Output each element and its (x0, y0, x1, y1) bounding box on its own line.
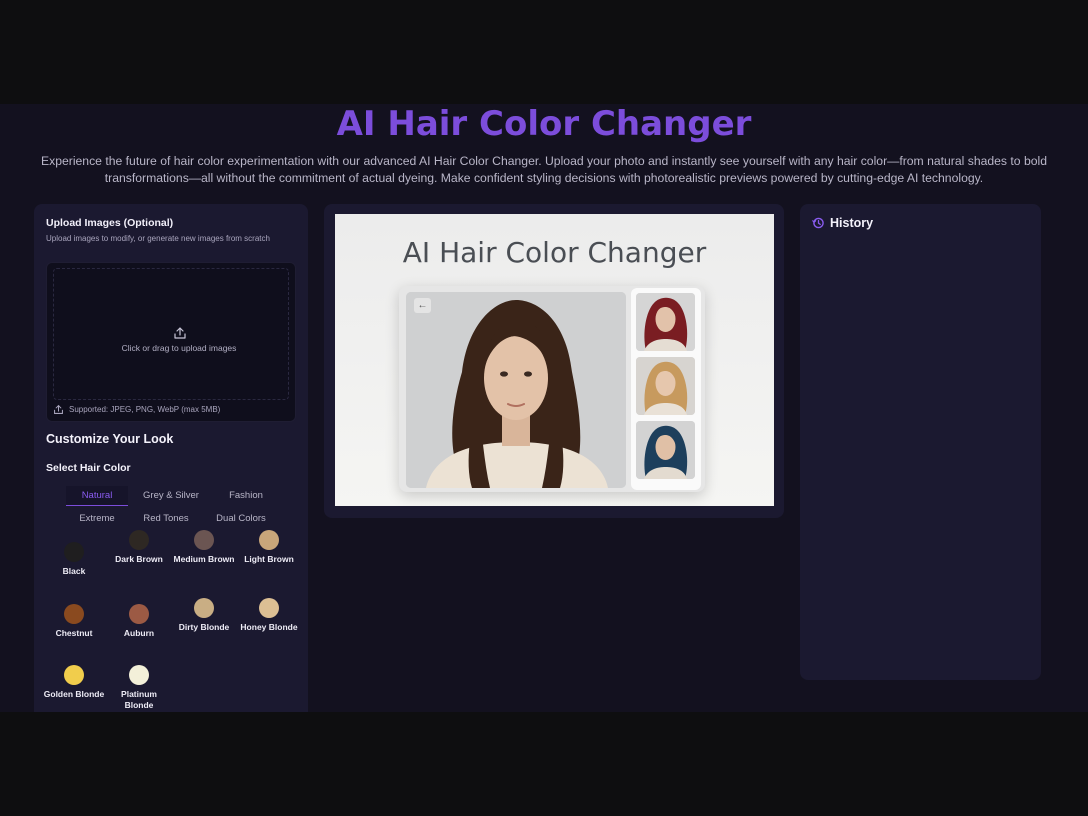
swatch-label: Auburn (123, 628, 155, 638)
preview-title: AI Hair Color Changer (402, 236, 707, 269)
swatch-color (194, 530, 214, 550)
history-header: History (812, 216, 873, 230)
settings-panel: Upload Images (Optional) Upload images t… (34, 204, 308, 712)
tab-extreme[interactable]: Extreme (68, 509, 126, 529)
swatch-color (129, 604, 149, 624)
dropzone-area[interactable]: Click or drag to upload images (53, 268, 289, 400)
swatch-golden-blonde[interactable]: Golden Blonde (43, 665, 105, 712)
customize-title: Customize Your Look (46, 432, 174, 446)
tab-red-tones[interactable]: Red Tones (134, 509, 198, 529)
swatch-label: Medium Brown (173, 554, 235, 564)
swatch-label: Dirty Blonde (178, 622, 230, 632)
thumbnail-blue-hair[interactable] (636, 421, 695, 479)
swatch-color (259, 598, 279, 618)
arrow-left-icon: ← (417, 300, 428, 311)
portrait-illustration (406, 292, 626, 488)
swatch-chestnut[interactable]: Chestnut (43, 604, 105, 664)
swatch-label: Honey Blonde (240, 622, 298, 632)
swatch-color (259, 530, 279, 550)
photo-card: ← (399, 286, 705, 492)
tab-grey-silver[interactable]: Grey & Silver (136, 486, 206, 506)
history-icon (812, 217, 824, 229)
swatch-color (194, 598, 214, 618)
variant-thumbnails (631, 288, 701, 490)
upload-small-icon (54, 404, 63, 414)
swatch-light-brown[interactable]: Light Brown (238, 530, 300, 590)
app-root: AI Hair Color Changer Experience the fut… (0, 104, 1088, 712)
thumbnail-blonde-image (636, 357, 695, 415)
swatch-color (64, 665, 84, 685)
supported-formats: Supported: JPEG, PNG, WebP (max 5MB) (53, 404, 220, 415)
history-title: History (830, 216, 874, 230)
swatch-black[interactable]: Black (43, 536, 105, 596)
select-hair-color-label: Select Hair Color (46, 462, 131, 474)
tab-fashion[interactable]: Fashion (214, 486, 278, 506)
thumbnail-red-hair[interactable] (636, 293, 695, 351)
swatch-dark-brown[interactable]: Dark Brown (108, 530, 170, 590)
swatch-color (129, 665, 149, 685)
upload-dropzone[interactable]: Click or drag to upload images Supported… (46, 262, 296, 422)
swatch-label: Golden Blonde (43, 689, 105, 699)
upload-description: Upload images to modify, or generate new… (46, 234, 270, 243)
swatch-medium-brown[interactable]: Medium Brown (173, 530, 235, 590)
page-title: AI Hair Color Changer (336, 104, 752, 144)
upload-title: Upload Images (Optional) (46, 217, 174, 229)
swatch-dirty-blonde[interactable]: Dirty Blonde (173, 598, 235, 658)
swatch-label: Chestnut (55, 628, 93, 638)
swatch-platinum-blonde[interactable]: Platinum Blonde (108, 665, 170, 712)
swatch-label: Black (62, 566, 86, 576)
portrait-photo: ← (406, 292, 626, 488)
tab-natural[interactable]: Natural (66, 486, 128, 506)
swatch-honey-blonde[interactable]: Honey Blonde (238, 598, 300, 658)
swatch-color (129, 530, 149, 550)
supported-text: Supported: JPEG, PNG, WebP (max 5MB) (69, 405, 221, 414)
tab-dual-colors[interactable]: Dual Colors (206, 509, 276, 529)
swatch-label: Platinum Blonde (121, 689, 157, 710)
thumbnail-blue-image (636, 421, 695, 479)
back-button[interactable]: ← (414, 298, 431, 313)
swatch-color (64, 542, 84, 562)
history-panel: History (800, 204, 1041, 680)
swatch-label: Light Brown (244, 554, 294, 564)
page-subtitle: Experience the future of hair color expe… (40, 154, 1048, 185)
swatch-label: Dark Brown (115, 554, 163, 564)
swatch-auburn[interactable]: Auburn (108, 604, 170, 664)
dropzone-text: Click or drag to upload images (121, 343, 237, 353)
upload-icon (174, 327, 186, 339)
preview-panel: AI Hair Color Changer ← (324, 204, 784, 518)
thumbnail-blonde-hair[interactable] (636, 357, 695, 415)
swatch-color (64, 604, 84, 624)
thumbnail-red-image (636, 293, 695, 351)
preview-image: AI Hair Color Changer ← (335, 214, 774, 506)
